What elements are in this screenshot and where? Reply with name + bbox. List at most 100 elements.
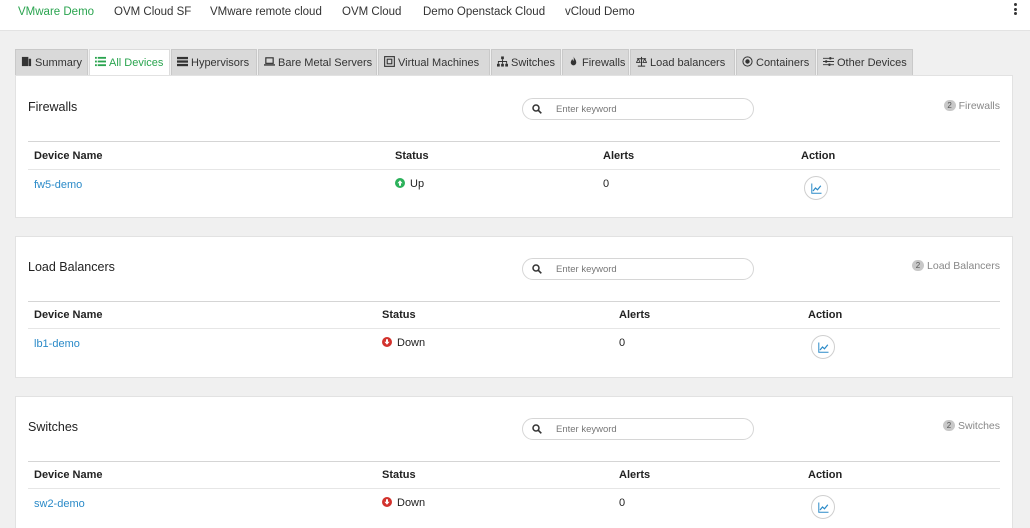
cloud-tab-ovm-cloud-sf[interactable]: OVM Cloud SF [114, 0, 191, 30]
tab-virtual-machines-label: Virtual Machines [398, 57, 480, 69]
tab-all-devices[interactable]: All Devices [89, 49, 170, 76]
column-header-action: Action [801, 150, 836, 162]
alerts-count: 0 [619, 497, 626, 509]
status-up-icon [395, 178, 405, 188]
column-header-status[interactable]: Status [382, 469, 416, 481]
column-header-device-name[interactable]: Device Name [34, 150, 103, 162]
device-count: 2 Switches [942, 420, 1000, 432]
list-icon [95, 56, 106, 67]
status-text: Down [397, 497, 426, 509]
column-header-device-name[interactable]: Device Name [34, 469, 103, 481]
cloud-tab-vcloud-demo[interactable]: vCloud Demo [565, 0, 635, 30]
column-header-status[interactable]: Status [382, 309, 416, 321]
flame-icon [568, 56, 579, 67]
firewalls-panel: Firewalls 2Firewalls Device Name Status … [15, 75, 1013, 218]
divider [28, 301, 1000, 302]
view-chart-button[interactable] [804, 176, 828, 200]
switches-panel: Switches 2Switches Device Name Status Al… [15, 396, 1013, 528]
status-cell: Up [395, 178, 424, 190]
status-text: Up [410, 178, 425, 190]
search-icon [532, 264, 542, 274]
summary-icon [21, 56, 32, 67]
status-text: Down [397, 337, 426, 349]
divider [28, 461, 1000, 462]
tab-load-balancers[interactable]: Load balancers [630, 49, 735, 75]
tab-hypervisors[interactable]: Hypervisors [171, 49, 257, 75]
search-input[interactable] [556, 422, 746, 436]
load-balancers-search[interactable] [522, 258, 754, 280]
panel-title: Load Balancers [28, 260, 115, 274]
column-header-alerts[interactable]: Alerts [619, 309, 650, 321]
search-input[interactable] [556, 262, 746, 276]
firewalls-search[interactable] [522, 98, 754, 120]
tab-firewalls-label: Firewalls [582, 57, 626, 69]
search-input[interactable] [556, 102, 746, 116]
server-icon [177, 56, 188, 67]
device-count: 2 Firewalls [943, 100, 1000, 112]
more-options-icon[interactable] [1012, 2, 1018, 16]
tab-other-devices-label: Other Devices [837, 57, 907, 69]
column-header-alerts[interactable]: Alerts [603, 150, 634, 162]
device-name-link[interactable]: sw2-demo [34, 498, 85, 510]
tab-containers-label: Containers [756, 57, 810, 69]
column-header-device-name[interactable]: Device Name [34, 309, 103, 321]
view-chart-button[interactable] [811, 495, 835, 519]
chart-line-icon [811, 183, 822, 194]
column-header-action: Action [808, 469, 843, 481]
tab-all-devices-label: All Devices [109, 57, 164, 69]
cloud-tab-ovm-cloud[interactable]: OVM Cloud [342, 0, 401, 30]
divider [28, 141, 1000, 142]
tab-bare-metal-servers-label: Bare Metal Servers [278, 57, 373, 69]
status-cell: Down [382, 337, 425, 349]
tab-switches-label: Switches [511, 57, 556, 69]
switches-search[interactable] [522, 418, 754, 440]
panel-title: Firewalls [28, 100, 78, 114]
search-icon [532, 104, 542, 114]
chart-line-icon [818, 342, 829, 353]
tab-summary[interactable]: Summary [15, 49, 88, 75]
tab-virtual-machines[interactable]: Virtual Machines [378, 49, 490, 75]
chart-line-icon [818, 502, 829, 513]
view-chart-button[interactable] [811, 335, 835, 359]
tab-summary-label: Summary [35, 57, 83, 69]
balance-scale-icon [636, 56, 647, 67]
cloud-tab-vmware-demo[interactable]: VMware Demo [18, 0, 94, 30]
column-header-action: Action [808, 309, 843, 321]
alerts-count: 0 [619, 337, 626, 349]
cloud-tab-demo-openstack-cloud[interactable]: Demo Openstack Cloud [423, 0, 545, 30]
container-icon [742, 56, 753, 67]
column-header-status[interactable]: Status [395, 150, 429, 162]
cloud-tab-vmware-remote-cloud[interactable]: VMware remote cloud [210, 0, 322, 30]
count-label: Switches [957, 420, 1000, 432]
search-icon [532, 424, 542, 434]
tab-other-devices[interactable]: Other Devices [817, 49, 913, 75]
sliders-icon [823, 56, 834, 67]
sitemap-icon [497, 56, 508, 67]
tab-switches[interactable]: Switches [491, 49, 561, 75]
status-down-icon [382, 497, 392, 507]
column-header-alerts[interactable]: Alerts [619, 469, 650, 481]
device-name-link[interactable]: fw5-demo [34, 179, 82, 191]
divider [28, 488, 1000, 489]
device-name-link[interactable]: lb1-demo [34, 338, 80, 350]
count-badge: 2 [943, 100, 956, 111]
divider [28, 169, 1000, 170]
vm-icon [384, 56, 395, 67]
count-badge: 2 [912, 260, 925, 271]
laptop-icon [264, 56, 275, 67]
count-badge: 2 [942, 420, 955, 431]
tab-firewalls[interactable]: Firewalls [562, 49, 629, 75]
tab-hypervisors-label: Hypervisors [191, 57, 250, 69]
panel-title: Switches [28, 420, 79, 434]
status-cell: Down [382, 497, 425, 509]
device-count: 2 Load Balancers [912, 260, 1000, 272]
alerts-count: 0 [603, 178, 610, 190]
divider [28, 328, 1000, 329]
load-balancers-panel: Load Balancers 2Load Balancers Device Na… [15, 236, 1013, 378]
count-label: Firewalls [958, 100, 1000, 112]
cloud-tab-bar: VMware Demo OVM Cloud SF VMware remote c… [0, 0, 1030, 31]
tab-load-balancers-label: Load balancers [650, 57, 726, 69]
tab-bare-metal-servers[interactable]: Bare Metal Servers [258, 49, 377, 75]
tab-containers[interactable]: Containers [736, 49, 816, 75]
status-down-icon [382, 337, 392, 347]
